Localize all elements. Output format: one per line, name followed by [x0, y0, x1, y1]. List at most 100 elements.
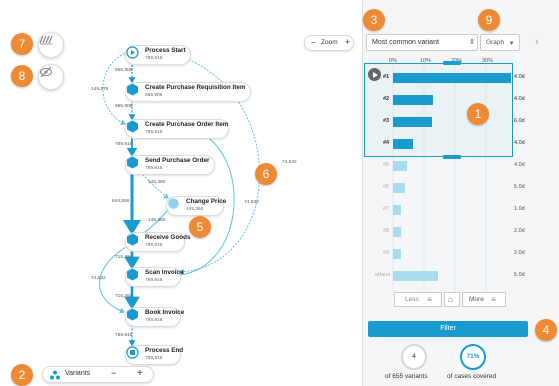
activity-node-icon: [127, 83, 138, 96]
node-count: 789,916: [145, 165, 163, 171]
node-create-purchase-requisition-item[interactable]: Create Purchase Requisition Item 565,908: [125, 82, 251, 102]
cases-covered-indicator: 71%: [460, 344, 486, 370]
variant-bar: [393, 183, 406, 193]
callout-5: 5: [189, 216, 211, 238]
play-icon[interactable]: [368, 68, 381, 81]
variant-duration: 5.0d: [514, 272, 525, 278]
node-process-start[interactable]: Process Start 789,916: [125, 45, 191, 65]
node-count: 789,916: [145, 242, 163, 248]
home-icon: ⌂: [448, 295, 453, 304]
selection-bottom-handle[interactable]: [443, 155, 461, 159]
callout-1: 1: [467, 103, 489, 125]
variant-duration: 5.0d: [514, 184, 525, 190]
variant-bar: [393, 227, 401, 237]
variant-row[interactable]: #5 4.0d: [363, 154, 559, 178]
node-name: Receive Goods: [145, 234, 191, 241]
node-change-price[interactable]: Change Price 145,360: [166, 196, 227, 216]
variant-bar: [393, 249, 401, 259]
filter-lines-tool-button[interactable]: [38, 32, 64, 58]
edge-label: 145,360: [148, 180, 166, 185]
activity-node-icon: [127, 233, 138, 246]
collapse-panel-icon[interactable]: ›: [535, 36, 539, 48]
variants-control: Variants − +: [42, 366, 154, 383]
edge-label: 74,632: [91, 276, 106, 281]
variant-row[interactable]: #9 2.0d: [363, 242, 559, 266]
node-send-purchase-order[interactable]: Send Purchase Order 789,916: [125, 155, 215, 175]
node-process-end[interactable]: Process End 789,916: [125, 345, 183, 365]
node-create-purchase-order-item[interactable]: Create Purchase Order Item 789,916: [125, 119, 229, 139]
variant-selection-box[interactable]: [364, 63, 513, 157]
node-name: Process Start: [145, 47, 186, 54]
node-count: 789,916: [145, 317, 163, 323]
node-book-invoice[interactable]: Book Invoice 789,916: [125, 307, 185, 327]
hide-tool-button[interactable]: [38, 64, 64, 90]
edge-label: 74,632: [244, 200, 259, 205]
node-count: 565,908: [145, 92, 163, 98]
variants-label: Variants: [65, 370, 91, 377]
variant-label: #9: [383, 250, 390, 256]
variant-duration: 4.0d: [514, 96, 525, 102]
edge-label: 74,632: [282, 160, 297, 165]
less-button[interactable]: Less ≡: [394, 292, 442, 307]
hide-icon: [40, 66, 52, 78]
node-receive-goods[interactable]: Receive Goods 789,916: [125, 232, 191, 252]
activity-node-icon: [168, 198, 179, 209]
zoom-in-button[interactable]: +: [345, 37, 350, 47]
variant-bar: [393, 205, 401, 215]
zoom-out-button[interactable]: −: [311, 38, 316, 47]
variant-row[interactable]: #7 1.0d: [363, 198, 559, 222]
node-scan-invoice[interactable]: Scan Invoice 789,916: [125, 267, 184, 287]
node-name: Send Purchase Order: [145, 157, 210, 164]
variant-row[interactable]: #8 2.0d: [363, 220, 559, 244]
variants-increase-button[interactable]: +: [137, 368, 143, 379]
chevron-down-icon: ▾: [510, 40, 514, 47]
callout-3: 3: [363, 9, 385, 31]
node-name: Create Purchase Order Item: [145, 121, 229, 128]
node-name: Change Price: [186, 198, 227, 205]
node-count: 789,916: [145, 355, 163, 361]
edge-send-changeprice: [139, 171, 169, 199]
activity-node-icon: [127, 268, 138, 281]
callout-4: 4: [535, 319, 557, 341]
node-count: 789,916: [145, 129, 163, 135]
zoom-control: − Zoom +: [304, 35, 354, 51]
variant-duration: 6.0d: [514, 118, 525, 124]
variant-label: #6: [383, 184, 390, 190]
list-icon: ≡: [491, 295, 496, 304]
filter-button[interactable]: Filter: [368, 321, 528, 337]
callout-8: 8: [11, 65, 33, 87]
callout-7: 7: [11, 33, 33, 55]
node-count: 145,360: [186, 206, 204, 212]
variant-label: #8: [383, 228, 390, 234]
view-mode-button[interactable]: Graph ▾: [480, 34, 520, 51]
edge-label: 715,284: [115, 255, 133, 260]
activity-node-icon: [127, 308, 138, 321]
variant-bar: [393, 271, 438, 281]
callout-9: 9: [478, 9, 500, 31]
variant-duration: 2.0d: [514, 250, 525, 256]
filter-lines-icon: [39, 35, 53, 45]
activity-node-icon: [127, 156, 138, 169]
end-node-icon: [126, 346, 139, 359]
process-graph[interactable]: Process Start 789,916 Create Purchase Re…: [0, 0, 362, 386]
home-button[interactable]: ⌂: [444, 292, 460, 307]
variant-label: #7: [383, 206, 390, 212]
variants-caption: of 655 variants: [385, 373, 428, 380]
variant-duration: 2.0d: [514, 228, 525, 234]
variant-row[interactable]: others 5.0d: [363, 264, 559, 288]
variant-duration: 1.0d: [514, 206, 525, 212]
sort-select[interactable]: Most common variant ⇕: [366, 34, 478, 51]
selection-top-handle[interactable]: [443, 61, 461, 65]
more-button[interactable]: More ≡: [462, 292, 506, 307]
variant-duration: 4.0d: [514, 162, 525, 168]
zoom-label: Zoom: [321, 39, 338, 46]
variant-row[interactable]: #6 5.0d: [363, 176, 559, 200]
view-mode-label: Graph: [486, 39, 505, 46]
variants-decrease-button[interactable]: −: [111, 368, 116, 378]
edge-label: 149,376: [91, 87, 109, 92]
more-label: More: [469, 296, 484, 303]
variants-panel: Most common variant ⇕ Graph ▾ › 0%10%20%…: [362, 0, 559, 386]
node-name: Book Invoice: [145, 309, 185, 316]
sort-select-value: Most common variant: [372, 39, 439, 46]
list-icon: ≡: [427, 295, 432, 304]
